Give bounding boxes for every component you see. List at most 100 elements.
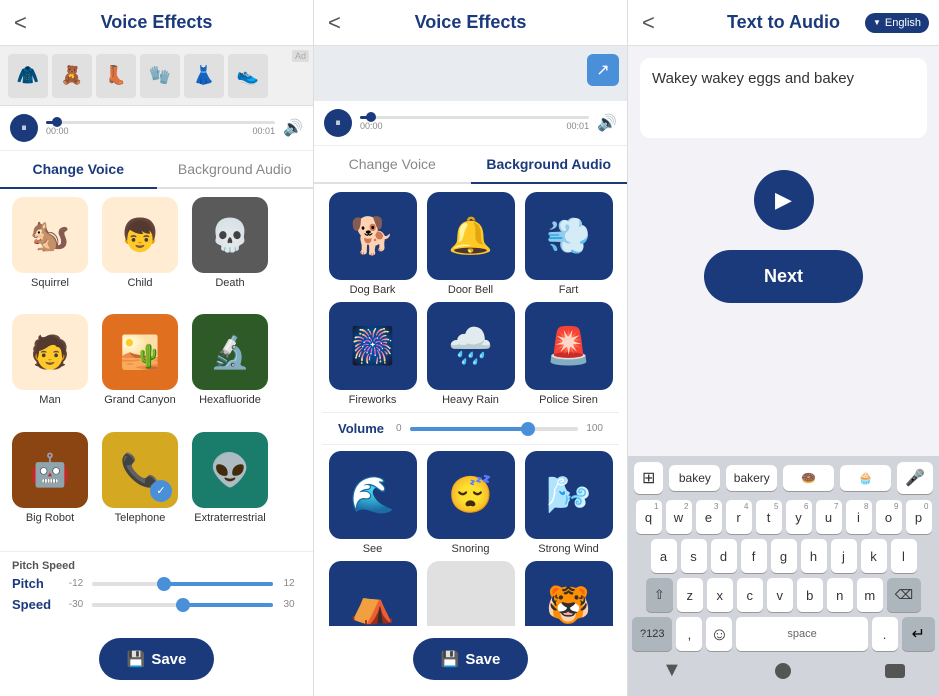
pitch-slider-track[interactable] — [92, 582, 273, 586]
kb-key-b[interactable]: b — [797, 578, 823, 612]
panel3-text-input[interactable]: Wakey wakey eggs and bakey — [640, 58, 927, 138]
speed-slider-track[interactable] — [92, 603, 273, 607]
volume-slider-track[interactable] — [410, 427, 579, 431]
kb-key-e[interactable]: e3 — [696, 500, 722, 534]
kb-shift-key[interactable]: ⇧ — [646, 578, 673, 612]
panel3-play-button[interactable]: ▶ — [754, 170, 814, 230]
voice-label-child: Child — [127, 277, 152, 289]
panel2-back-button[interactable]: < — [328, 10, 341, 36]
kb-num-key[interactable]: ?123 — [632, 617, 672, 651]
kb-key-c[interactable]: c — [737, 578, 763, 612]
panel3-input-text: Wakey wakey eggs and bakey — [652, 70, 854, 87]
bg-audio-label-strong-wind: Strong Wind — [538, 543, 599, 555]
kb-key-w[interactable]: w2 — [666, 500, 692, 534]
kb-key-h[interactable]: h — [801, 539, 827, 573]
kb-key-r[interactable]: r4 — [726, 500, 752, 534]
kb-space-key[interactable]: space — [736, 617, 867, 651]
kb-key-o[interactable]: o9 — [876, 500, 902, 534]
kb-key-q[interactable]: q1 — [636, 500, 662, 534]
nav-back-arrow[interactable]: ▼ — [662, 659, 682, 682]
nav-recent[interactable] — [885, 664, 905, 678]
bg-audio-fart[interactable]: 💨 Fart — [523, 192, 615, 296]
keyboard-grid-key[interactable]: ⊞ — [634, 462, 663, 494]
kb-key-f[interactable]: f — [741, 539, 767, 573]
panel1-save-button[interactable]: 💾 Save — [99, 638, 215, 680]
keyboard-mic-button[interactable]: 🎤 — [897, 462, 933, 494]
kb-key-t[interactable]: t5 — [756, 500, 782, 534]
voice-item-child[interactable]: 👦 Child — [98, 197, 182, 308]
tab-background-audio-2[interactable]: Background Audio — [471, 146, 628, 184]
panel2-pause-button[interactable]: ⏸ — [324, 109, 352, 137]
bg-audio-heavy-rain[interactable]: 🌧️ Heavy Rain — [425, 302, 517, 406]
kb-key-j[interactable]: j — [831, 539, 857, 573]
voice-item-squirrel[interactable]: 🐿️ Squirrel — [8, 197, 92, 308]
kb-key-n[interactable]: n — [827, 578, 853, 612]
kb-key-z[interactable]: z — [677, 578, 703, 612]
panel1-pause-button[interactable]: ⏸ — [10, 114, 38, 142]
kb-key-i[interactable]: i8 — [846, 500, 872, 534]
tab-change-voice-2[interactable]: Change Voice — [314, 146, 471, 182]
bg-audio-thumb-police-siren: 🚨 — [525, 302, 613, 390]
tab-background-audio-1[interactable]: Background Audio — [157, 151, 314, 187]
volume-thumb[interactable] — [521, 422, 535, 436]
kb-key-p[interactable]: p0 — [906, 500, 932, 534]
keyboard-suggestions-row: ⊞ bakey bakery 🍩 🧁 🎤 — [632, 462, 935, 494]
kb-key-a[interactable]: a — [651, 539, 677, 573]
kb-enter-key[interactable]: ↵ — [902, 617, 935, 651]
bg-audio-dog-bark[interactable]: 🐕 Dog Bark — [327, 192, 419, 296]
bg-audio-label-heavy-rain: Heavy Rain — [442, 394, 499, 406]
voice-item-man[interactable]: 🧑 Man — [8, 314, 92, 425]
voice-item-hexafluoride[interactable]: 🔬 Hexafluoride — [188, 314, 272, 425]
nav-home[interactable] — [775, 663, 791, 679]
kb-key-y[interactable]: y6 — [786, 500, 812, 534]
kb-key-s[interactable]: s — [681, 539, 707, 573]
bg-audio-police-siren[interactable]: 🚨 Police Siren — [523, 302, 615, 406]
panel1-volume-button[interactable]: 🔊 — [283, 118, 303, 138]
kb-comma-key[interactable]: , — [676, 617, 702, 651]
kb-key-m[interactable]: m — [857, 578, 883, 612]
bg-audio-tiger[interactable]: 🐯 Tiger — [523, 561, 615, 626]
panel1-back-button[interactable]: < — [14, 10, 27, 36]
tab-change-voice[interactable]: Change Voice — [0, 151, 157, 189]
kb-emoji-key[interactable]: ☺ — [706, 617, 732, 651]
kb-backspace-key[interactable]: ⌫ — [887, 578, 921, 612]
voice-thumb-grand-canyon: 🏜️ — [102, 314, 178, 390]
keyboard-emoji-1[interactable]: 🍩 — [783, 465, 834, 491]
panel2-volume-button[interactable]: 🔊 — [597, 113, 617, 133]
english-badge[interactable]: English — [865, 13, 929, 33]
voice-item-grand-canyon[interactable]: 🏜️ Grand Canyon — [98, 314, 182, 425]
keyboard-suggestion-bakey[interactable]: bakey — [669, 465, 720, 491]
voice-item-telephone[interactable]: 📞 ✓ Telephone — [98, 432, 182, 543]
bg-audio-summer-night[interactable]: ⛺ Summer Night — [327, 561, 419, 626]
voice-thumb-death: 💀 — [192, 197, 268, 273]
panel2-track-bar[interactable] — [360, 116, 589, 119]
bg-audio-door-bell[interactable]: 🔔 Door Bell — [425, 192, 517, 296]
kb-key-v[interactable]: v — [767, 578, 793, 612]
keyboard-suggestion-bakery[interactable]: bakery — [726, 465, 777, 491]
bg-audio-fireworks[interactable]: 🎆 Fireworks — [327, 302, 419, 406]
kb-key-x[interactable]: x — [707, 578, 733, 612]
bg-audio-see[interactable]: 🌊 See — [327, 451, 419, 555]
panel2-save-button[interactable]: 💾 Save — [413, 638, 529, 680]
voice-item-death[interactable]: 💀 Death — [188, 197, 272, 308]
kb-key-k[interactable]: k — [861, 539, 887, 573]
panel3-title: Text to Audio — [727, 12, 840, 33]
kb-period-key[interactable]: . — [872, 617, 898, 651]
kb-key-l[interactable]: l — [891, 539, 917, 573]
panel3-back-button[interactable]: < — [642, 10, 655, 36]
panel1-track-bar[interactable] — [46, 121, 275, 124]
voice-item-extraterrestrial[interactable]: 👽 Extraterrestrial — [188, 432, 272, 543]
kb-key-d[interactable]: d — [711, 539, 737, 573]
speed-max: 30 — [277, 599, 301, 610]
kb-key-u[interactable]: u7 — [816, 500, 842, 534]
pitch-thumb[interactable] — [157, 577, 171, 591]
speed-thumb[interactable] — [176, 598, 190, 612]
kb-key-g[interactable]: g — [771, 539, 797, 573]
panel3-next-button[interactable]: Next — [704, 250, 863, 303]
direction-icon[interactable]: ↗ — [587, 54, 619, 86]
bg-audio-snoring[interactable]: 😴 Snoring — [425, 451, 517, 555]
bg-audio-strong-wind[interactable]: 🌬️ Strong Wind — [523, 451, 615, 555]
keyboard-emoji-2[interactable]: 🧁 — [840, 465, 891, 491]
english-label: English — [885, 17, 921, 29]
voice-item-big-robot[interactable]: 🤖 Big Robot — [8, 432, 92, 543]
